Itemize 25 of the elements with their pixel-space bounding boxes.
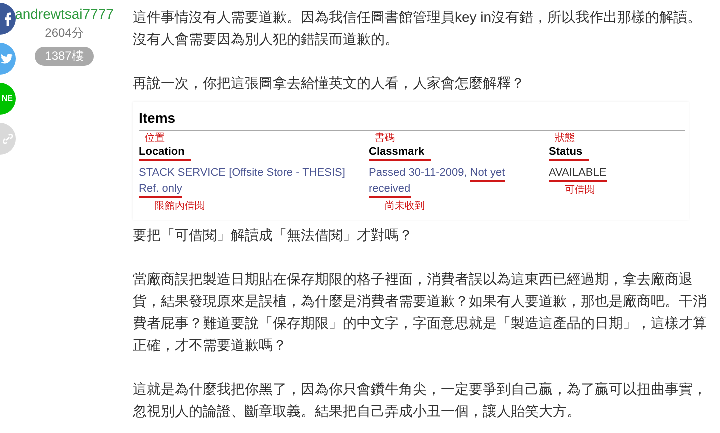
post-paragraph: 再說一次，你把這張圖拿去給懂英文的人看，人家會怎麼解釋？ [133, 74, 526, 93]
handwritten-annotation: 尚未收到 [385, 200, 425, 213]
bird-icon [1, 54, 13, 64]
handwritten-annotation: 狀態 [555, 133, 575, 145]
post-paragraph: 沒有人會需要因為別人犯的錯誤而道歉的。 [133, 30, 400, 49]
handwritten-annotation: 可借閱 [565, 184, 595, 197]
column-value: AVAILABLE [549, 165, 607, 181]
column-header: Location [139, 145, 191, 161]
catalog-title: Items [139, 109, 177, 127]
floor-badge: 1387樓 [35, 47, 94, 66]
handwritten-annotation: 書碼 [375, 133, 395, 145]
handwritten-annotation: 限館內借閱 [155, 200, 205, 213]
facebook-icon [3, 12, 13, 26]
post-paragraph: 這就是為什麼我把你黑了，因為你只會鑽牛角尖，一定要爭到自己贏，為了贏可以扭曲事實，忽視別人的論證、斷章取義。結果把自己弄成小丑一個，讓人貽笑大方。 [133, 380, 708, 421]
link-icon [3, 134, 13, 144]
post-paragraph: 這件事情沒有人需要道歉。因為我信任圖書館管理員key in沒有錯，所以我作出那樣的解讀。 [133, 8, 703, 27]
user-score: 2604分 [45, 25, 84, 42]
column-value[interactable]: STACK SERVICE [Offsite Store - THESIS] Ref. only [139, 165, 355, 197]
handwritten-annotation: 位置 [145, 133, 165, 145]
post-paragraph: 當廠商誤把製造日期貼在保存期限的格子裡面，消費者誤以為這東西已經過期，拿去廠商退貨，結果發現原來是誤植，為什麼是消費者需要道歉？如果有人要道歉，那也是廠商吧。干消費者屁事？難道要說「保存期限」的中文字，字面意思就是「製造這產品的日期」，這樣才算正確，才不需要道歉嗎？ [133, 270, 708, 355]
post-paragraph: 要把「可借閱」解讀成「無法借閱」才對嗎？ [133, 226, 414, 245]
column-header: Classmark [369, 145, 431, 161]
username[interactable]: andrewtsai7777 [15, 5, 114, 23]
column-header: Status [549, 145, 589, 161]
column-value[interactable]: Passed 30-11-2009, Not yet received [369, 165, 535, 197]
